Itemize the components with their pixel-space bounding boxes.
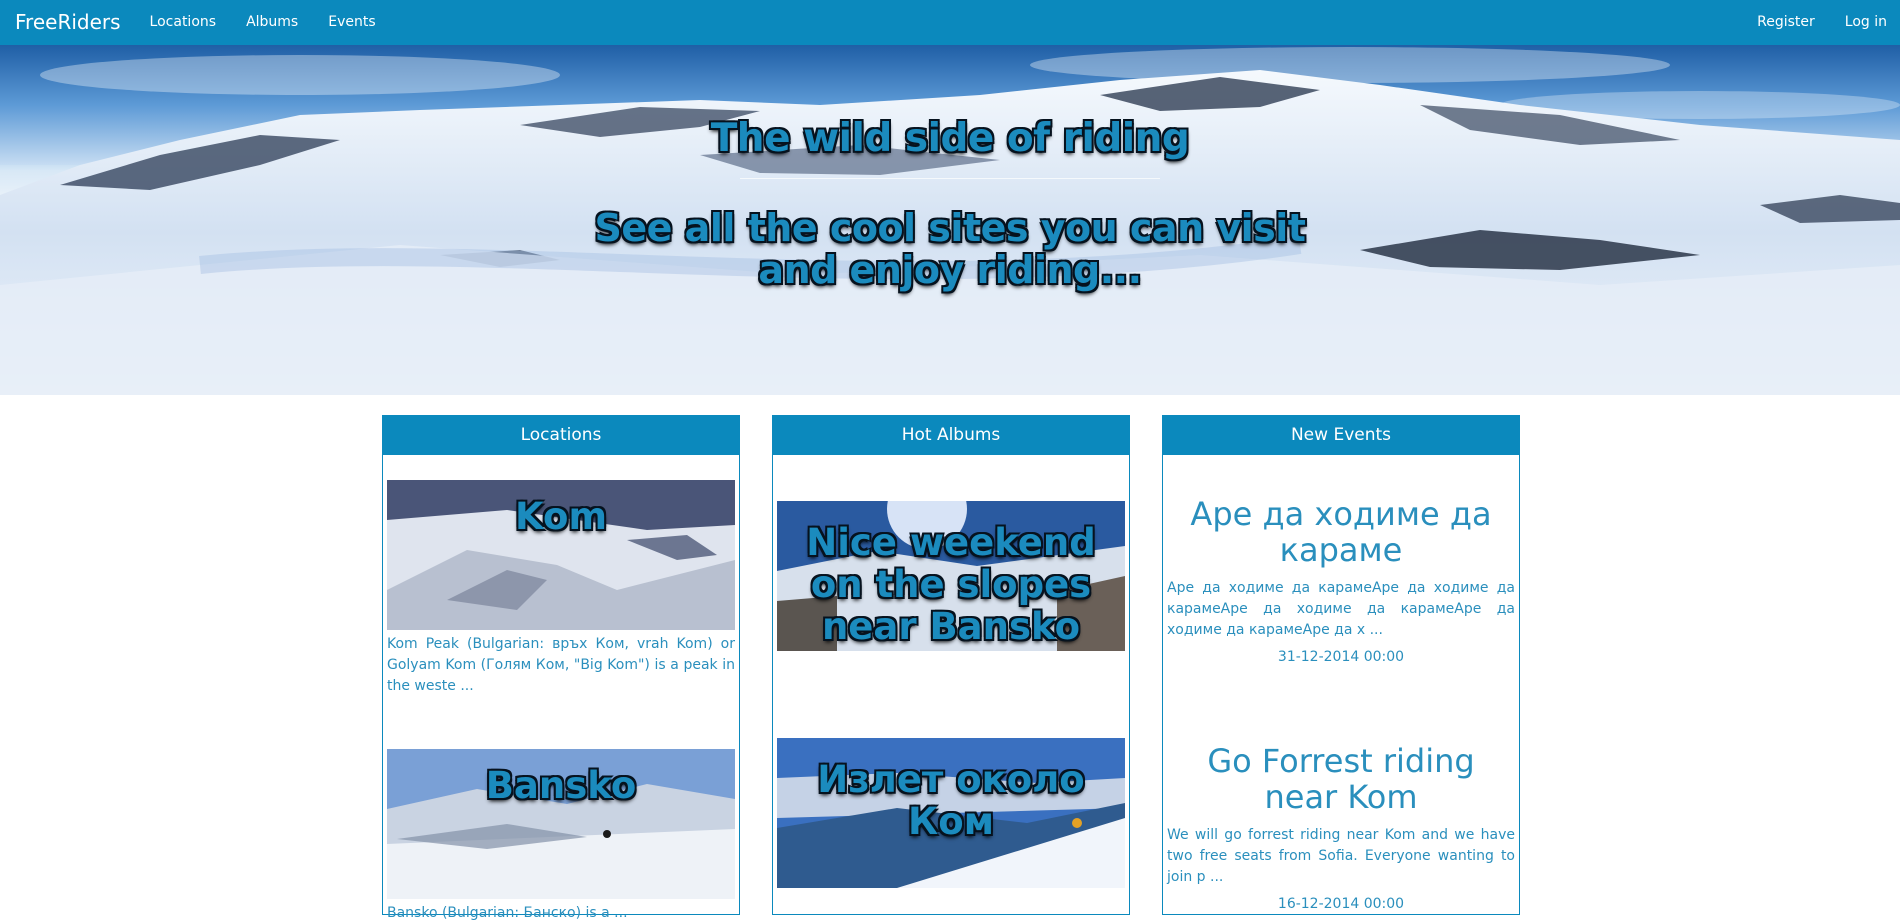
nav-register[interactable]: Register bbox=[1742, 0, 1830, 45]
event-item: Аре да ходиме да караме Аре да ходиме да… bbox=[1167, 496, 1515, 665]
locations-panel: Locations Kom Kom Peak (Bulgarian: връх … bbox=[382, 415, 740, 921]
location-card-kom[interactable]: Kom Kom Peak (Bulgarian: връх Ком, vrah … bbox=[387, 480, 735, 697]
location-title: Bansko bbox=[485, 764, 637, 807]
main-nav: Locations Albums Events bbox=[135, 0, 391, 45]
event-date: 16-12-2014 00:00 bbox=[1277, 896, 1405, 912]
account-nav: Register Log in bbox=[1742, 0, 1900, 45]
nav-login[interactable]: Log in bbox=[1830, 0, 1900, 45]
nav-albums[interactable]: Albums bbox=[231, 0, 313, 45]
location-thumbnail[interactable]: Bansko bbox=[387, 749, 735, 899]
album-title: Nice weekend on the slopes near Bansko bbox=[806, 521, 1096, 648]
brand-logo[interactable]: FreeRiders bbox=[15, 0, 121, 45]
event-item: Go Forrest riding near Kom We will go fo… bbox=[1167, 743, 1515, 912]
hero-banner: The wild side of riding See all the cool… bbox=[0, 45, 1900, 395]
events-panel: New Events Аре да ходиме да караме Аре д… bbox=[1162, 415, 1520, 915]
hero-subtitle: See all the cool sites you can visit and… bbox=[594, 206, 1306, 292]
event-date: 31-12-2014 00:00 bbox=[1277, 649, 1405, 665]
event-description: Аре да ходиме да карамеАре да ходиме да … bbox=[1167, 580, 1515, 638]
locations-panel-heading: Locations bbox=[383, 416, 739, 455]
location-thumbnail[interactable]: Kom bbox=[387, 480, 735, 630]
albums-panel: Hot Albums Nice weekend on the slopes ne… bbox=[772, 415, 1130, 915]
location-title: Kom bbox=[515, 495, 607, 538]
nav-locations[interactable]: Locations bbox=[135, 0, 232, 45]
album-thumbnail[interactable]: Nice weekend on the slopes near Bansko bbox=[777, 501, 1125, 651]
album-card[interactable]: Излет около Ком bbox=[777, 738, 1125, 888]
event-title[interactable]: Go Forrest riding near Kom bbox=[1167, 743, 1515, 815]
album-title: Излет около Ком bbox=[817, 758, 1085, 843]
hero-title: The wild side of riding bbox=[710, 116, 1190, 161]
album-thumbnail[interactable]: Излет около Ком bbox=[777, 738, 1125, 888]
location-card-bansko[interactable]: Bansko Bansko (Bulgarian: Банско) is a .… bbox=[387, 749, 735, 924]
event-description: We will go forrest riding near Kom and w… bbox=[1167, 827, 1515, 885]
nav-events[interactable]: Events bbox=[313, 0, 390, 45]
events-panel-heading: New Events bbox=[1163, 416, 1519, 455]
albums-panel-heading: Hot Albums bbox=[773, 416, 1129, 455]
album-card[interactable]: Nice weekend on the slopes near Bansko bbox=[777, 501, 1125, 651]
location-description: Bansko (Bulgarian: Банско) is a ... bbox=[387, 905, 628, 921]
hero-divider bbox=[740, 178, 1160, 179]
location-description: Kom Peak (Bulgarian: връх Ком, vrah Kom)… bbox=[387, 636, 735, 694]
event-title[interactable]: Аре да ходиме да караме bbox=[1167, 496, 1515, 568]
top-navbar: FreeRiders Locations Albums Events Regis… bbox=[0, 0, 1900, 46]
